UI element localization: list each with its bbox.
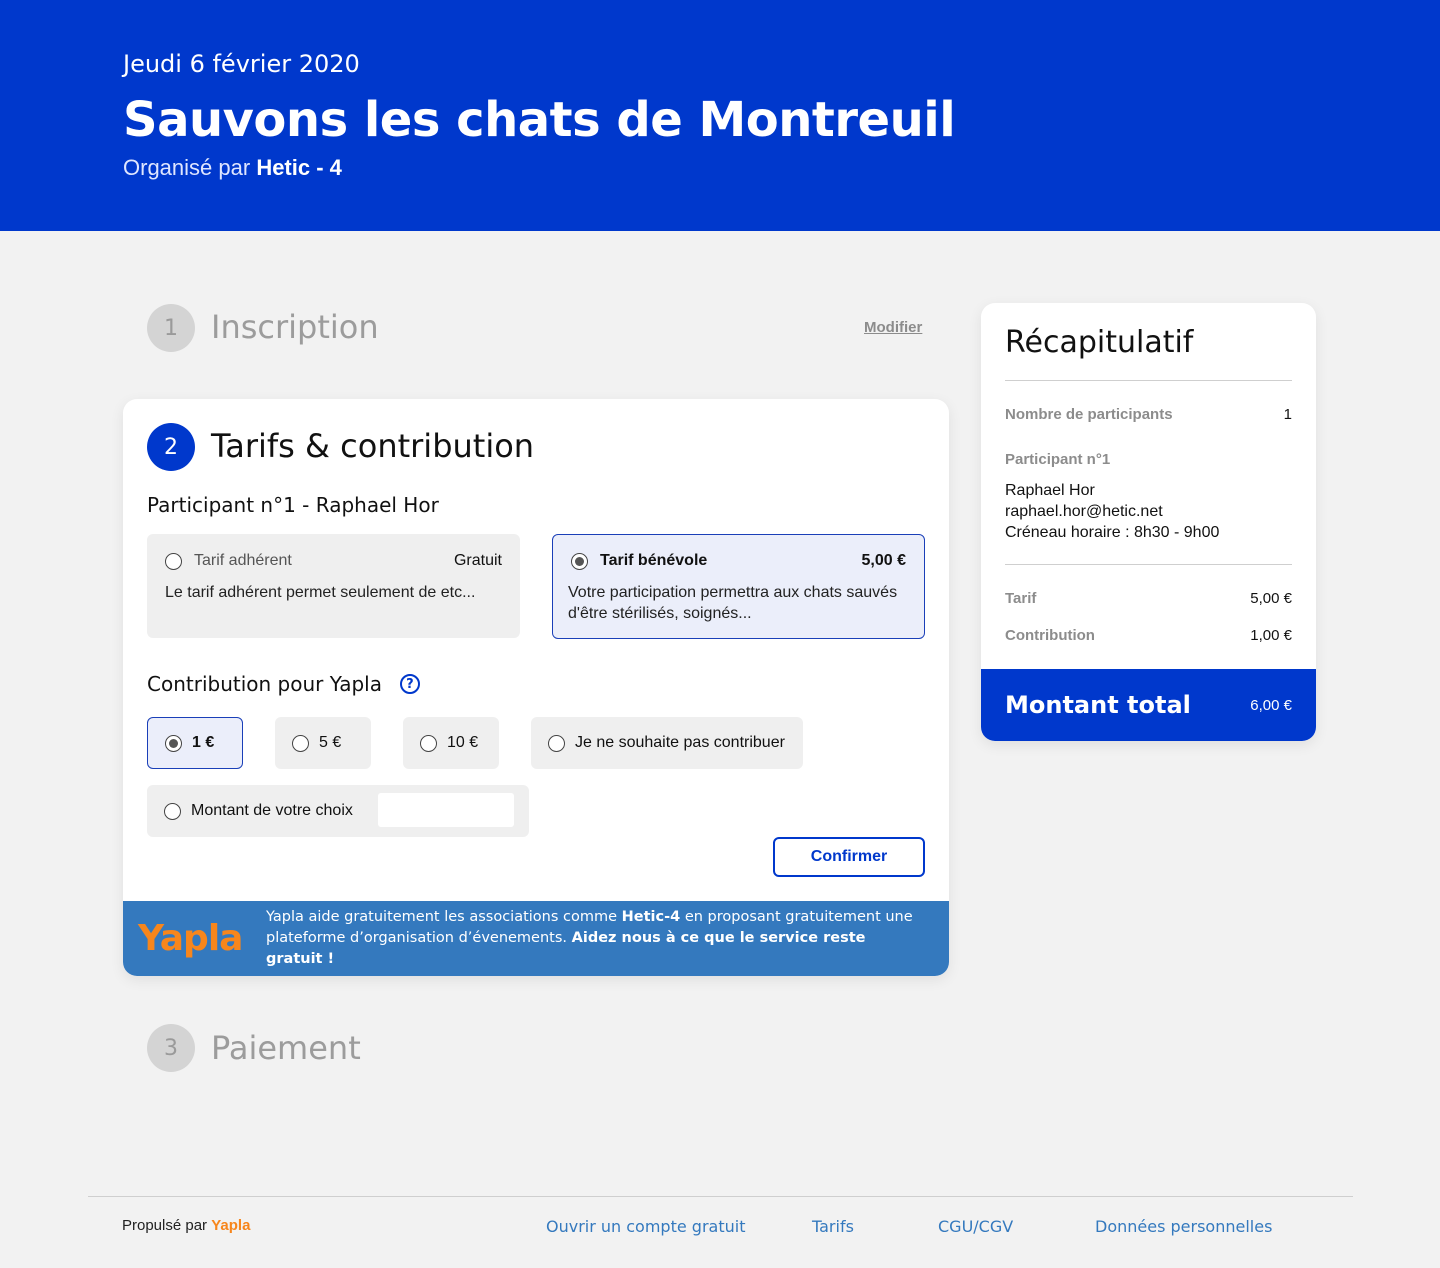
step-1-badge: 1: [147, 304, 195, 352]
banner-text-1: Yapla aide gratuitement les associations…: [266, 909, 618, 925]
tarif-row: Tarif 5,00 €: [1005, 590, 1292, 607]
question-circle-icon[interactable]: ?: [399, 674, 420, 694]
footer-link-privacy[interactable]: Données personnelles: [1095, 1217, 1272, 1236]
event-date: Jeudi 6 février 2020: [123, 50, 360, 78]
total-bar: Montant total 6,00 €: [981, 669, 1316, 741]
organizer-prefix: Organisé par: [123, 155, 251, 180]
participants-count-value: 1: [1283, 406, 1292, 423]
footer-divider: [88, 1196, 1353, 1197]
banner-org: Hetic-4: [621, 909, 681, 925]
contribution-option-none[interactable]: Je ne souhaite pas contribuer: [531, 717, 803, 769]
tarif-description: Le tarif adhérent permet seulement de et…: [165, 584, 476, 601]
radio-icon[interactable]: [165, 552, 182, 570]
tarif-label: Tarif adhérent: [194, 552, 292, 569]
tarif-price: Gratuit: [453, 552, 502, 569]
step-2-title: Tarifs & contribution: [211, 427, 535, 465]
custom-amount-option[interactable]: Montant de votre choix: [147, 785, 529, 837]
contribution-title: Contribution pour Yapla: [147, 672, 382, 696]
participant-details: Raphael Hor raphael.hor@hetic.net Crénea…: [1005, 480, 1219, 543]
contribution-row: Contribution 1,00 €: [1005, 627, 1292, 644]
participant-title: Participant n°1 - Raphael Hor: [147, 493, 439, 517]
radio-icon[interactable]: [164, 802, 181, 820]
tarif-price: 5,00 €: [861, 552, 906, 569]
yapla-banner: Yapla Yapla aide gratuitement les associ…: [123, 901, 949, 976]
contribution-option-5[interactable]: 5 €: [275, 717, 371, 769]
step-1-title: Inscription: [211, 308, 379, 346]
footer-link-tarifs[interactable]: Tarifs: [812, 1217, 854, 1236]
tarif-option-adherent[interactable]: Tarif adhérent Gratuit Le tarif adhérent…: [147, 534, 520, 638]
powered-prefix: Propulsé par: [122, 1217, 208, 1234]
tarif-option-benevole[interactable]: Tarif bénévole 5,00 € Votre participatio…: [552, 534, 925, 639]
custom-amount-label: Montant de votre choix: [191, 802, 353, 819]
divider: [1005, 380, 1292, 381]
contribution-heading: Contribution pour Yapla ?: [147, 672, 420, 696]
participants-count-label: Nombre de participants: [1005, 406, 1173, 423]
radio-icon[interactable]: [420, 734, 437, 752]
participants-count-row: Nombre de participants 1: [1005, 406, 1292, 423]
contribution-option-label: 5 €: [319, 734, 342, 751]
footer-link-open-account[interactable]: Ouvrir un compte gratuit: [546, 1217, 745, 1236]
summary-title: Récapitulatif: [1005, 325, 1194, 360]
contribution-option-label: 1 €: [192, 734, 215, 751]
divider: [1005, 564, 1292, 565]
footer-link-cgu[interactable]: CGU/CGV: [938, 1217, 1013, 1236]
event-organizer: Organisé par Hetic - 4: [123, 155, 342, 181]
tarif-label: Tarif: [1005, 590, 1037, 607]
event-header: Jeudi 6 février 2020 Sauvons les chats d…: [0, 0, 1440, 231]
custom-amount-input[interactable]: [378, 793, 514, 827]
contribution-option-1[interactable]: 1 €: [147, 717, 243, 769]
tarif-label: Tarif bénévole: [600, 552, 708, 569]
summary-panel: Récapitulatif Nombre de participants 1 P…: [981, 303, 1316, 741]
radio-selected-icon[interactable]: [571, 552, 588, 570]
total-value: 6,00 €: [1250, 696, 1292, 714]
step-3-badge: 3: [147, 1024, 195, 1072]
participant-label: Participant n°1: [1005, 451, 1111, 468]
participant-slot: Créneau horaire : 8h30 - 9h00: [1005, 524, 1220, 541]
radio-selected-icon[interactable]: [165, 734, 182, 752]
contribution-option-10[interactable]: 10 €: [403, 717, 499, 769]
yapla-logo: Yapla: [138, 918, 243, 959]
radio-icon[interactable]: [548, 734, 565, 752]
event-title: Sauvons les chats de Montreuil: [123, 92, 956, 148]
banner-text: Yapla aide gratuitement les associations…: [266, 907, 926, 970]
participant-email: raphael.hor@hetic.net: [1005, 503, 1163, 520]
confirm-button[interactable]: Confirmer: [773, 837, 925, 877]
modify-link[interactable]: Modifier: [864, 319, 922, 336]
step-3-title: Paiement: [211, 1029, 361, 1067]
tarif-description: Votre participation permettra aux chats …: [568, 584, 898, 622]
tarif-value: 5,00 €: [1250, 590, 1292, 607]
powered-brand: Yapla: [211, 1217, 251, 1234]
organizer-name: Hetic - 4: [256, 155, 342, 180]
contribution-label: Contribution: [1005, 627, 1095, 644]
total-label: Montant total: [1005, 691, 1191, 719]
contribution-option-label: Je ne souhaite pas contribuer: [575, 734, 785, 751]
radio-icon[interactable]: [292, 734, 309, 752]
participant-name: Raphael Hor: [1005, 482, 1095, 499]
tarifs-card: 2 Tarifs & contribution Participant n°1 …: [123, 399, 949, 976]
footer-powered-by: Propulsé par Yapla: [122, 1217, 250, 1234]
step-2-badge: 2: [147, 423, 195, 471]
contribution-value: 1,00 €: [1250, 627, 1292, 644]
contribution-option-label: 10 €: [447, 734, 479, 751]
